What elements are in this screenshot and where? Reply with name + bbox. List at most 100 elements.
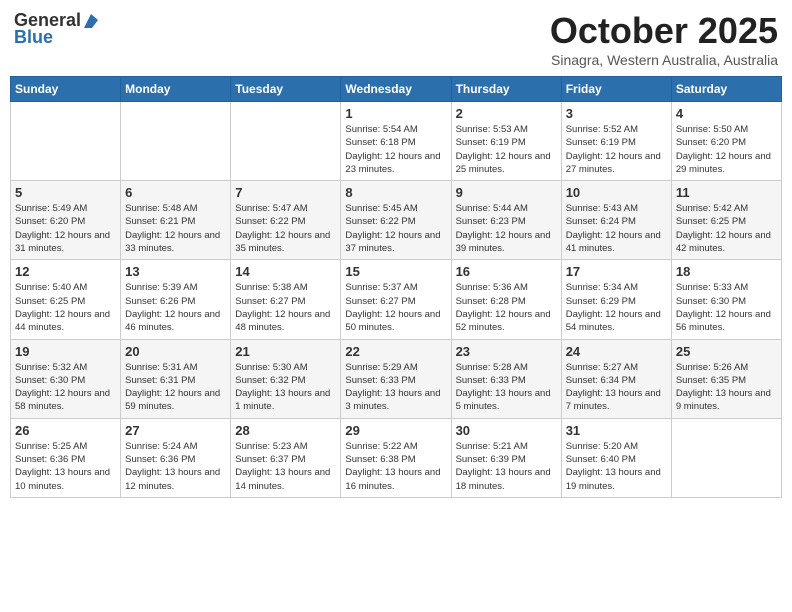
calendar-cell: 2Sunrise: 5:53 AM Sunset: 6:19 PM Daylig… [451,102,561,181]
calendar-cell [11,102,121,181]
calendar-cell: 15Sunrise: 5:37 AM Sunset: 6:27 PM Dayli… [341,260,451,339]
day-number: 21 [235,344,336,359]
day-info: Sunrise: 5:33 AM Sunset: 6:30 PM Dayligh… [676,281,777,334]
weekday-header-row: SundayMondayTuesdayWednesdayThursdayFrid… [11,77,782,102]
day-number: 17 [566,264,667,279]
day-number: 10 [566,185,667,200]
day-info: Sunrise: 5:21 AM Sunset: 6:39 PM Dayligh… [456,440,557,493]
day-number: 19 [15,344,116,359]
day-number: 2 [456,106,557,121]
day-number: 18 [676,264,777,279]
day-number: 7 [235,185,336,200]
day-info: Sunrise: 5:36 AM Sunset: 6:28 PM Dayligh… [456,281,557,334]
weekday-header-thursday: Thursday [451,77,561,102]
day-number: 28 [235,423,336,438]
day-info: Sunrise: 5:42 AM Sunset: 6:25 PM Dayligh… [676,202,777,255]
calendar-week-row: 12 Sunrise: 5:40 AM Sunset: 6:25 PM Dayli… [11,260,782,339]
calendar-cell: 26 Sunrise: 5:25 AM Sunset: 6:36 PM Dayli… [11,418,121,497]
day-number: 25 [676,344,777,359]
day-number: 29 [345,423,446,438]
calendar-table: SundayMondayTuesdayWednesdayThursdayFrid… [10,76,782,498]
day-info: Sunrise: 5:40 AM Sunset: 6:25 PM Dayligh… [15,281,116,334]
day-number: 22 [345,344,446,359]
day-info: Sunrise: 5:52 AM Sunset: 6:19 PM Dayligh… [566,123,667,176]
day-info: Sunrise: 5:24 AM Sunset: 6:36 PM Dayligh… [125,440,226,493]
calendar-cell: 9Sunrise: 5:44 AM Sunset: 6:23 PM Daylig… [451,181,561,260]
calendar-cell: 31 Sunrise: 5:20 AM Sunset: 6:40 PM Dayli… [561,418,671,497]
calendar-cell: 11 Sunrise: 5:42 AM Sunset: 6:25 PM Dayli… [671,181,781,260]
day-info: Sunrise: 5:30 AM Sunset: 6:32 PM Dayligh… [235,361,336,414]
day-number: 26 [15,423,116,438]
day-number: 8 [345,185,446,200]
day-info: Sunrise: 5:39 AM Sunset: 6:26 PM Dayligh… [125,281,226,334]
calendar-cell: 1Sunrise: 5:54 AM Sunset: 6:18 PM Daylig… [341,102,451,181]
day-info: Sunrise: 5:44 AM Sunset: 6:23 PM Dayligh… [456,202,557,255]
calendar-cell: 16 Sunrise: 5:36 AM Sunset: 6:28 PM Dayli… [451,260,561,339]
title-area: October 2025 Sinagra, Western Australia,… [550,10,778,68]
day-number: 11 [676,185,777,200]
calendar-cell: 23 Sunrise: 5:28 AM Sunset: 6:33 PM Dayli… [451,339,561,418]
calendar-cell [671,418,781,497]
calendar-cell: 19 Sunrise: 5:32 AM Sunset: 6:30 PM Dayli… [11,339,121,418]
calendar-cell: 10 Sunrise: 5:43 AM Sunset: 6:24 PM Dayli… [561,181,671,260]
logo-blue-text: Blue [14,27,53,48]
calendar-cell: 7Sunrise: 5:47 AM Sunset: 6:22 PM Daylig… [231,181,341,260]
day-info: Sunrise: 5:22 AM Sunset: 6:38 PM Dayligh… [345,440,446,493]
day-number: 14 [235,264,336,279]
day-number: 23 [456,344,557,359]
day-info: Sunrise: 5:20 AM Sunset: 6:40 PM Dayligh… [566,440,667,493]
day-number: 12 [15,264,116,279]
calendar-cell: 5 Sunrise: 5:49 AM Sunset: 6:20 PM Daylig… [11,181,121,260]
location-title: Sinagra, Western Australia, Australia [550,52,778,68]
day-info: Sunrise: 5:49 AM Sunset: 6:20 PM Dayligh… [15,202,116,255]
day-number: 24 [566,344,667,359]
page-header: General Blue October 2025 Sinagra, Weste… [10,10,782,68]
calendar-week-row: 1Sunrise: 5:54 AM Sunset: 6:18 PM Daylig… [11,102,782,181]
calendar-cell: 29 Sunrise: 5:22 AM Sunset: 6:38 PM Dayli… [341,418,451,497]
day-info: Sunrise: 5:26 AM Sunset: 6:35 PM Dayligh… [676,361,777,414]
calendar-cell: 21 Sunrise: 5:30 AM Sunset: 6:32 PM Dayli… [231,339,341,418]
calendar-week-row: 26 Sunrise: 5:25 AM Sunset: 6:36 PM Dayli… [11,418,782,497]
day-info: Sunrise: 5:43 AM Sunset: 6:24 PM Dayligh… [566,202,667,255]
calendar-cell: 4 Sunrise: 5:50 AM Sunset: 6:20 PM Daylig… [671,102,781,181]
day-info: Sunrise: 5:25 AM Sunset: 6:36 PM Dayligh… [15,440,116,493]
day-info: Sunrise: 5:50 AM Sunset: 6:20 PM Dayligh… [676,123,777,176]
day-number: 15 [345,264,446,279]
calendar-cell: 22 Sunrise: 5:29 AM Sunset: 6:33 PM Dayli… [341,339,451,418]
month-title: October 2025 [550,10,778,52]
calendar-cell [231,102,341,181]
weekday-header-wednesday: Wednesday [341,77,451,102]
calendar-cell: 25 Sunrise: 5:26 AM Sunset: 6:35 PM Dayli… [671,339,781,418]
day-number: 13 [125,264,226,279]
day-number: 6 [125,185,226,200]
calendar-cell: 13 Sunrise: 5:39 AM Sunset: 6:26 PM Dayli… [121,260,231,339]
calendar-week-row: 19 Sunrise: 5:32 AM Sunset: 6:30 PM Dayli… [11,339,782,418]
weekday-header-sunday: Sunday [11,77,121,102]
day-info: Sunrise: 5:29 AM Sunset: 6:33 PM Dayligh… [345,361,446,414]
logo: General Blue [14,10,100,48]
calendar-cell: 30Sunrise: 5:21 AM Sunset: 6:39 PM Dayli… [451,418,561,497]
day-number: 16 [456,264,557,279]
day-number: 20 [125,344,226,359]
day-info: Sunrise: 5:48 AM Sunset: 6:21 PM Dayligh… [125,202,226,255]
day-info: Sunrise: 5:28 AM Sunset: 6:33 PM Dayligh… [456,361,557,414]
day-number: 5 [15,185,116,200]
calendar-cell: 20Sunrise: 5:31 AM Sunset: 6:31 PM Dayli… [121,339,231,418]
weekday-header-monday: Monday [121,77,231,102]
weekday-header-tuesday: Tuesday [231,77,341,102]
calendar-cell: 3 Sunrise: 5:52 AM Sunset: 6:19 PM Daylig… [561,102,671,181]
calendar-cell: 18 Sunrise: 5:33 AM Sunset: 6:30 PM Dayli… [671,260,781,339]
weekday-header-saturday: Saturday [671,77,781,102]
calendar-cell: 12 Sunrise: 5:40 AM Sunset: 6:25 PM Dayli… [11,260,121,339]
calendar-cell: 14 Sunrise: 5:38 AM Sunset: 6:27 PM Dayli… [231,260,341,339]
calendar-cell: 8Sunrise: 5:45 AM Sunset: 6:22 PM Daylig… [341,181,451,260]
day-info: Sunrise: 5:27 AM Sunset: 6:34 PM Dayligh… [566,361,667,414]
day-number: 4 [676,106,777,121]
day-number: 3 [566,106,667,121]
day-number: 27 [125,423,226,438]
day-info: Sunrise: 5:32 AM Sunset: 6:30 PM Dayligh… [15,361,116,414]
calendar-cell: 27 Sunrise: 5:24 AM Sunset: 6:36 PM Dayli… [121,418,231,497]
day-number: 1 [345,106,446,121]
day-number: 31 [566,423,667,438]
day-info: Sunrise: 5:38 AM Sunset: 6:27 PM Dayligh… [235,281,336,334]
